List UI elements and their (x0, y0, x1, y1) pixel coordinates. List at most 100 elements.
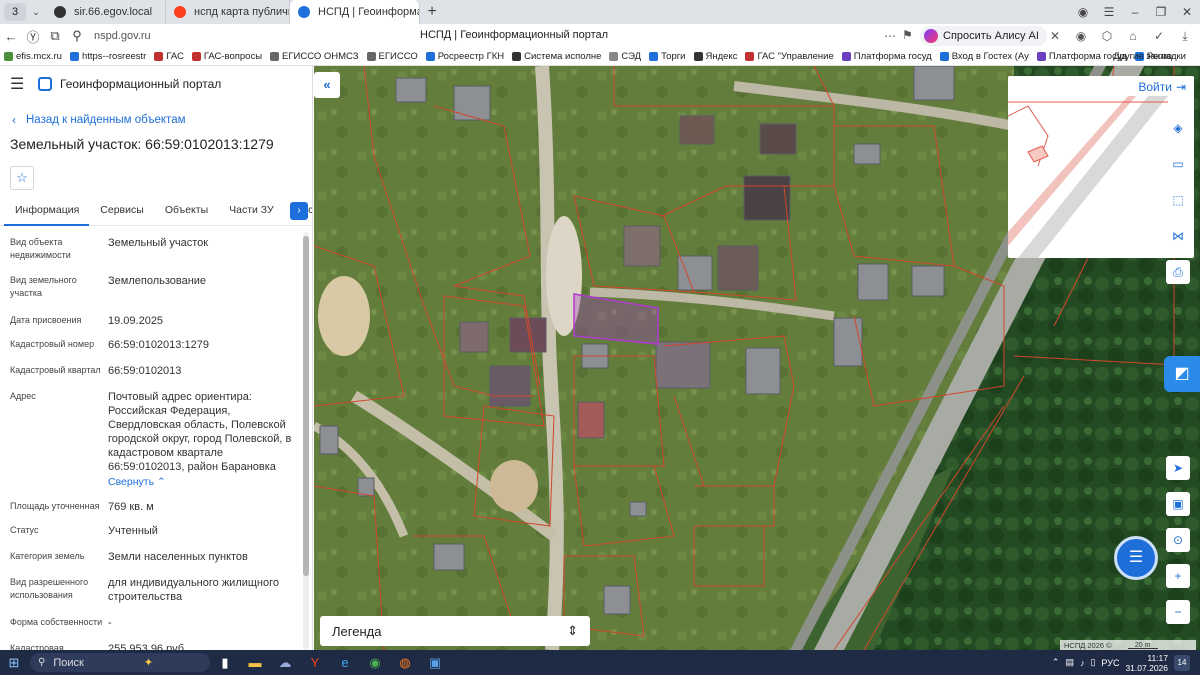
maximize-icon[interactable]: ❐ (1148, 5, 1174, 19)
new-tab-button[interactable]: + (420, 3, 444, 21)
back-label: Назад к найденным объектам (26, 114, 186, 126)
basemap-button[interactable]: ▣ (1166, 492, 1190, 516)
tab-parcel-parts[interactable]: Части ЗУ (218, 200, 284, 216)
tab-title: нспд карта публичная кад (194, 6, 289, 18)
extension-icon[interactable]: ✕ (1044, 26, 1066, 46)
layers-button[interactable]: ◈ (1166, 116, 1190, 140)
bookmark-item[interactable]: ЕГИССО ОНМСЗ (270, 51, 359, 62)
collapse-panel-button[interactable]: « (314, 72, 340, 98)
attr-row-ownership: Форма собственности - (0, 616, 122, 630)
task-view-icon[interactable]: ▮ (210, 655, 240, 671)
browser-tab-nspd[interactable]: НСПД | Геоинформацио ✕ (290, 0, 420, 24)
select-area-button[interactable]: ⬚ (1166, 188, 1190, 212)
tab-list-chevron-icon[interactable]: ⌄ (26, 7, 46, 18)
bookmark-label: https--rosreestr (81, 51, 147, 62)
tray-chevron-up-icon[interactable]: ⌃ (1052, 657, 1060, 668)
measure-button[interactable]: ▭ (1166, 152, 1190, 176)
print-button[interactable]: ⎙ (1166, 260, 1190, 284)
legend-dropdown[interactable]: Легенда ⇕ (320, 616, 590, 646)
bookmark-item[interactable]: Вход в Гостех (Ау (939, 51, 1029, 62)
zoom-out-button[interactable]: − (1166, 600, 1190, 624)
notification-badge[interactable]: 14 (1174, 654, 1190, 671)
locate-button[interactable]: ➤ (1166, 456, 1190, 480)
yandex-icon (174, 6, 186, 18)
bookmark-item[interactable]: Платформа госуд (841, 51, 932, 62)
side-widget-button[interactable]: ◩ (1164, 356, 1200, 392)
legend-label: Легенда (332, 623, 382, 639)
attr-row-land-category: Категория земель Земли населенных пункто… (0, 550, 258, 564)
bookmark-favicon-icon (609, 52, 619, 61)
bookmark-item[interactable]: ГАС "Управление (745, 51, 834, 62)
extension-puzzle-icon[interactable]: ⬡ (1096, 26, 1118, 46)
geolocation-button[interactable]: ⊙ (1166, 528, 1190, 552)
network-icon[interactable]: ▤ (1065, 657, 1074, 668)
bookmark-item[interactable]: ГАС (154, 51, 184, 62)
favorite-star-button[interactable]: ☆ (10, 166, 34, 190)
app-window-icon[interactable]: ▣ (420, 655, 450, 671)
bookmark-label: Росреестр ГКН (437, 51, 505, 62)
scrollbar-thumb[interactable] (303, 236, 309, 576)
url-field[interactable]: nspd.gov.ru (94, 30, 151, 42)
bookmark-item[interactable]: Росреестр ГКН (425, 51, 505, 62)
close-window-icon[interactable]: ✕ (1174, 5, 1200, 19)
more-icon[interactable]: ⋯ (884, 29, 896, 43)
panel-scrollbar[interactable] (303, 232, 309, 650)
other-bookmarks[interactable]: Другие закладки (1113, 51, 1186, 62)
bookmark-item[interactable]: Система исполне (512, 51, 601, 62)
menu-icon[interactable]: ☰ (10, 74, 34, 94)
extension-record-icon[interactable]: ◉ (1070, 26, 1092, 46)
clock[interactable]: 11:17 31.07.2026 (1125, 653, 1168, 673)
language-indicator[interactable]: РУС (1101, 658, 1119, 668)
back-to-results-link[interactable]: ‹ Назад к найденным объектам (0, 102, 312, 130)
tab-objects[interactable]: Объекты (154, 200, 218, 216)
extension-check-icon[interactable]: ✓ (1148, 26, 1170, 46)
zoom-in-button[interactable]: + (1166, 564, 1190, 588)
firefox-icon[interactable]: ◍ (390, 655, 420, 671)
tab-information[interactable]: Информация (4, 200, 90, 226)
bookmark-item[interactable]: ГАС-вопросы (191, 51, 262, 62)
share-button[interactable]: ⋈ (1166, 224, 1190, 248)
edge-icon[interactable]: e (330, 655, 360, 670)
globe-icon (54, 6, 66, 18)
bookmark-item[interactable]: Яндекс (693, 51, 738, 62)
bookmark-label: Яндекс (705, 51, 738, 62)
bookmark-label: ГАС (166, 51, 184, 62)
attr-value: 255 953,96 руб. (108, 643, 188, 650)
attr-key: Форма собственности (10, 617, 103, 627)
bookmark-item[interactable]: https--rosreestr (69, 51, 147, 62)
profile-icon[interactable]: ◉ (1070, 5, 1096, 19)
bookmark-item[interactable]: Торги (649, 51, 686, 62)
chrome-icon[interactable]: ◉ (360, 655, 390, 671)
volume-icon[interactable]: ♪ (1080, 658, 1085, 668)
chat-button[interactable]: ☰ (1114, 536, 1158, 580)
bookmark-manager-icon[interactable]: ☰ (1096, 5, 1122, 19)
bookmark-icon[interactable]: ⧉ (44, 28, 66, 44)
ask-alice-button[interactable]: Спросить Алису AI (920, 26, 1047, 46)
tabs-next-arrow-icon[interactable]: › (290, 202, 308, 220)
battery-icon[interactable]: ▯ (1090, 657, 1095, 668)
download-icon[interactable]: ⤓ (1174, 26, 1196, 46)
windows-start-icon[interactable]: ⊞ (0, 655, 28, 671)
back-arrow-icon[interactable]: ← (0, 29, 22, 44)
collapse-address-link[interactable]: Свернуть ⌃ (108, 476, 296, 488)
cloud-app-icon[interactable]: ☁ (270, 655, 300, 671)
minimize-icon[interactable]: – (1122, 5, 1148, 19)
tab-count-badge[interactable]: 3 (4, 3, 26, 21)
bookmark-favicon-icon (4, 52, 13, 61)
browser-tab-search[interactable]: нспд карта публичная кад (166, 0, 290, 24)
file-explorer-icon[interactable]: ▬ (240, 655, 270, 670)
yandex-logo-icon[interactable]: Ⓨ (22, 27, 44, 46)
login-button[interactable]: Войти ⇥ (1138, 80, 1186, 94)
bookmark-star-icon[interactable]: ⚑ (902, 28, 913, 42)
yandex-browser-icon[interactable]: Y (300, 655, 330, 670)
taskbar-search[interactable]: ⚲ Поиск ✦ (30, 653, 210, 672)
bookmark-item[interactable]: СЭД (609, 51, 641, 62)
bookmark-favicon-icon (512, 52, 522, 61)
browser-tab-sir[interactable]: sir.66.egov.local (46, 0, 166, 24)
bookmark-item[interactable]: efis.mcx.ru (4, 51, 62, 62)
lock-icon[interactable]: ⚲ (66, 28, 88, 44)
tab-services[interactable]: Сервисы (89, 200, 154, 216)
extension-tshirt-icon[interactable]: ⌂ (1122, 26, 1144, 46)
bookmark-item[interactable]: ЕГИССО (366, 51, 418, 62)
bookmark-label: ГАС "Управление (757, 51, 834, 62)
